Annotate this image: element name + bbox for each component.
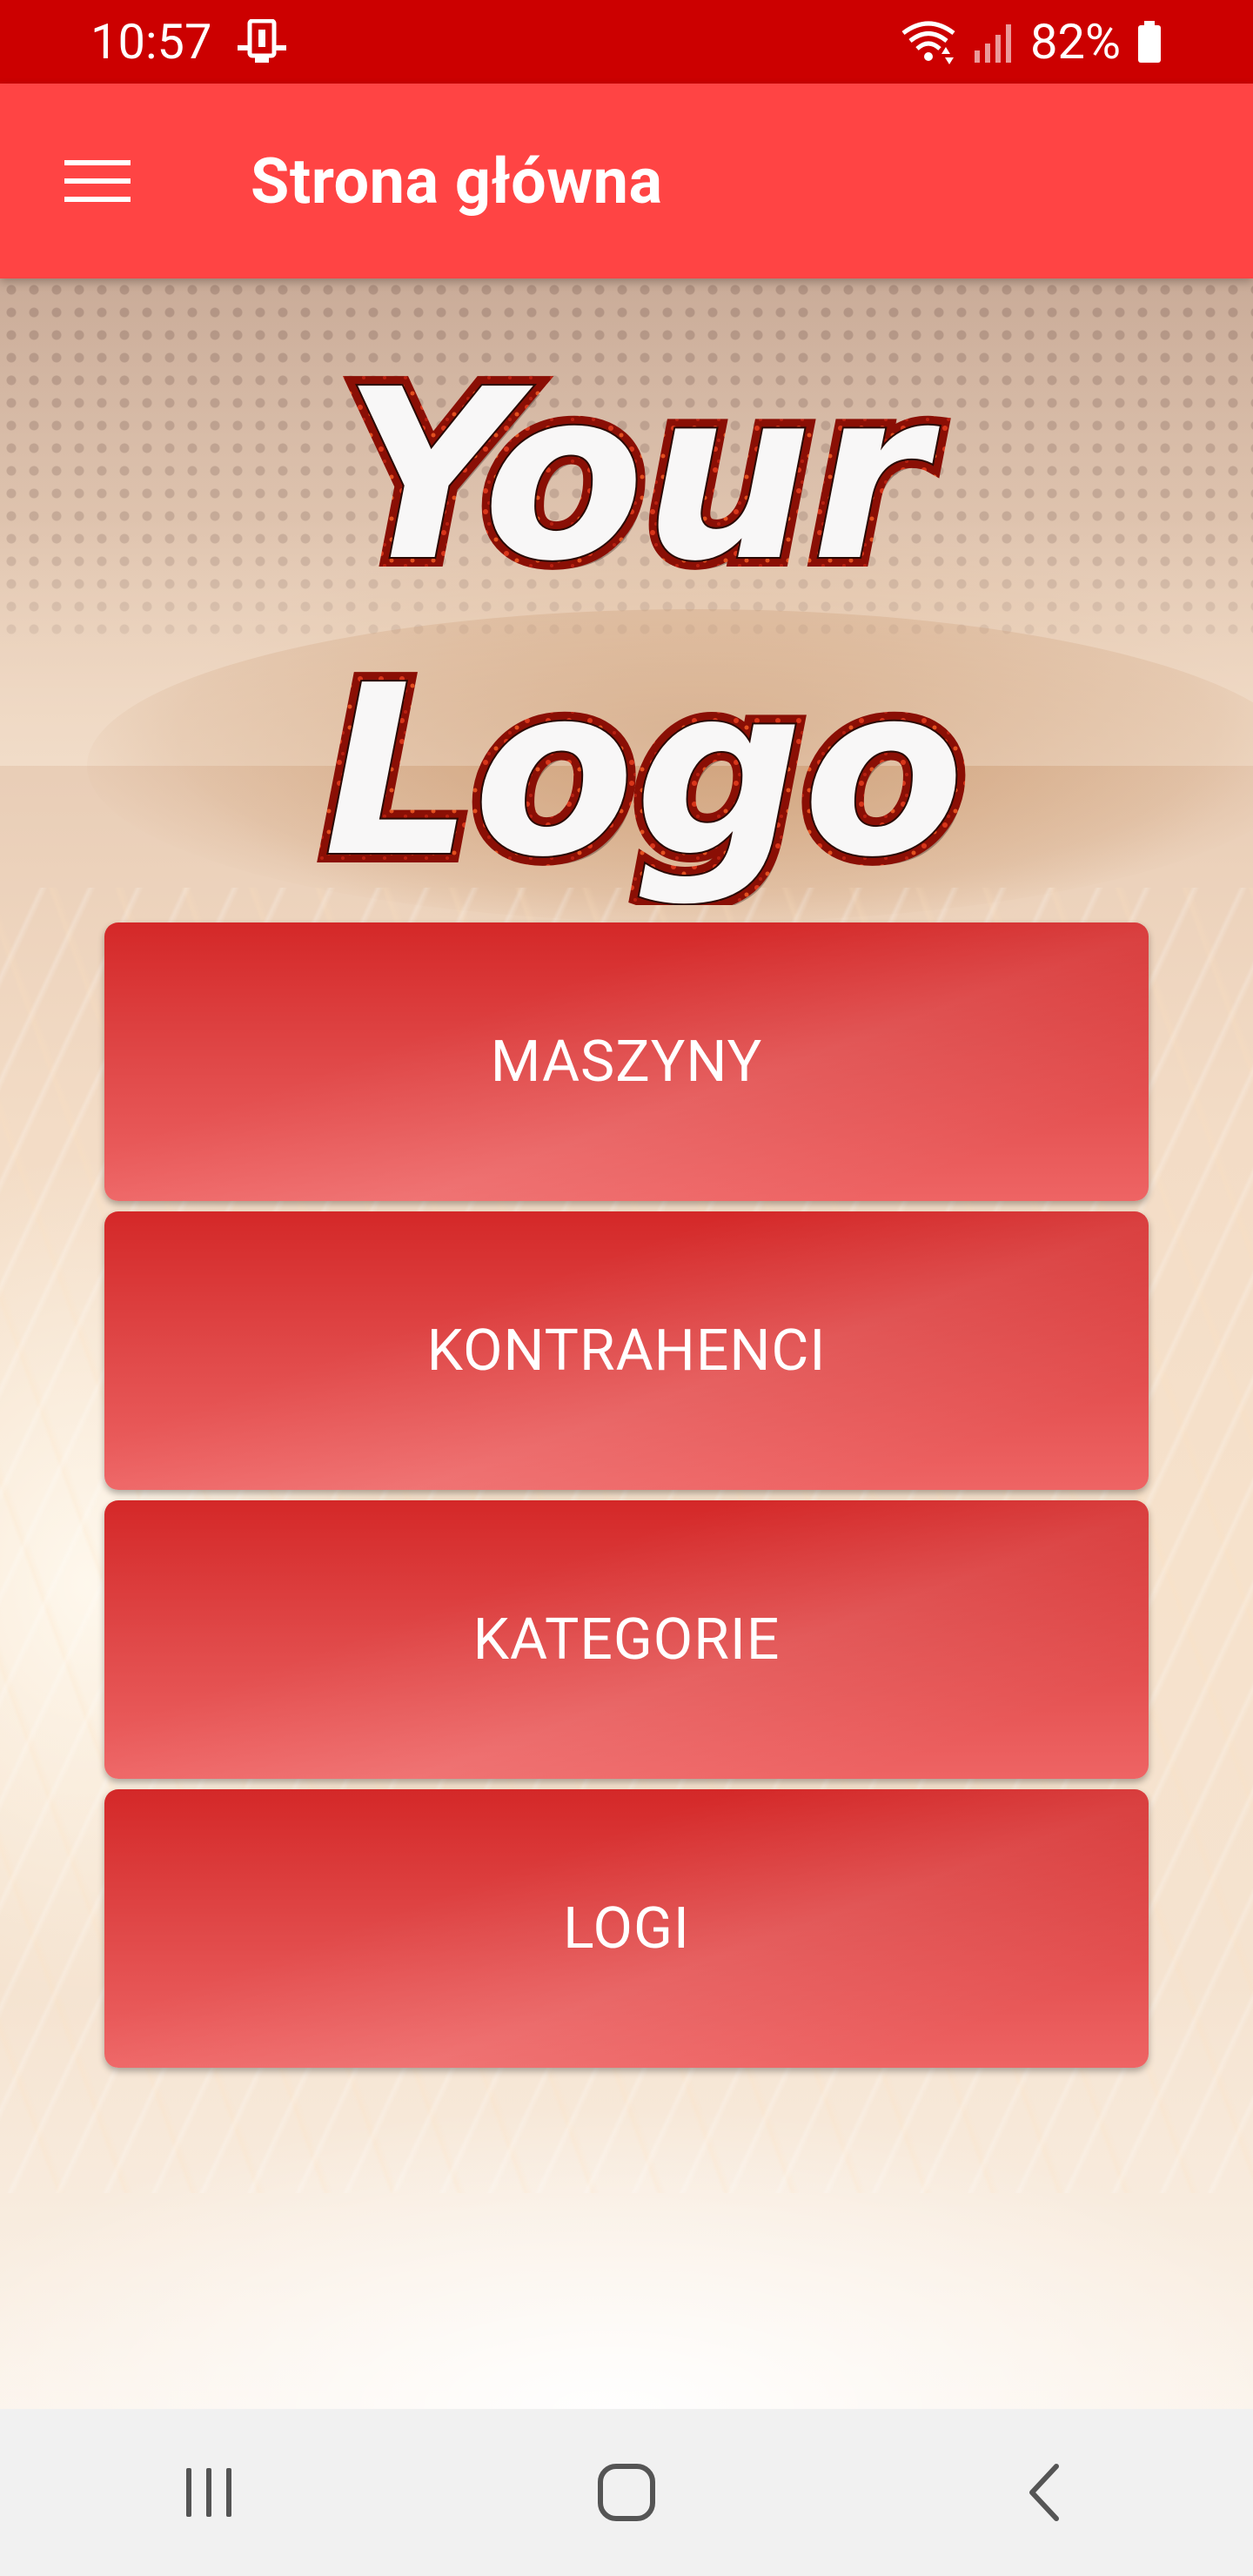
back-icon <box>1029 2464 1059 2521</box>
hamburger-menu-icon <box>64 160 131 202</box>
logo-line2-fill: Logo <box>324 634 964 905</box>
status-time: 10:57 <box>90 13 212 70</box>
home-button[interactable] <box>539 2409 714 2576</box>
kategorie-button-label: KATEGORIE <box>472 1606 781 1674</box>
logo: Your Your Your Your Logo Logo Logo Logo <box>0 339 1253 905</box>
recent-apps-icon <box>186 2468 231 2517</box>
main-menu: MASZYNY KONTRAHENCI KATEGORIE LOGI <box>104 922 1149 2078</box>
page-title: Strona główna <box>251 144 663 218</box>
battery-icon <box>1136 19 1163 64</box>
kontrahenci-button[interactable]: KONTRAHENCI <box>104 1211 1149 1490</box>
battery-text: 82% <box>1030 13 1121 70</box>
app-bar: Strona główna <box>0 84 1253 278</box>
signal-icon <box>973 19 1015 64</box>
maszyny-button-label: MASZYNY <box>490 1028 763 1096</box>
maszyny-button[interactable]: MASZYNY <box>104 922 1149 1201</box>
logi-button[interactable]: LOGI <box>104 1789 1149 2068</box>
kontrahenci-button-label: KONTRAHENCI <box>426 1317 827 1385</box>
notification-device-icon <box>236 19 288 64</box>
status-bar: 10:57 82% <box>0 0 1253 84</box>
system-nav-bar <box>0 2409 1253 2576</box>
kategorie-button[interactable]: KATEGORIE <box>104 1500 1149 1779</box>
wifi-icon <box>900 19 957 64</box>
logi-button-label: LOGI <box>563 1895 690 1962</box>
hamburger-menu-button[interactable] <box>0 84 195 278</box>
logo-line1-fill: Your <box>343 339 940 613</box>
home-icon <box>598 2464 655 2521</box>
back-button[interactable] <box>957 2409 1131 2576</box>
recent-apps-button[interactable] <box>122 2409 296 2576</box>
